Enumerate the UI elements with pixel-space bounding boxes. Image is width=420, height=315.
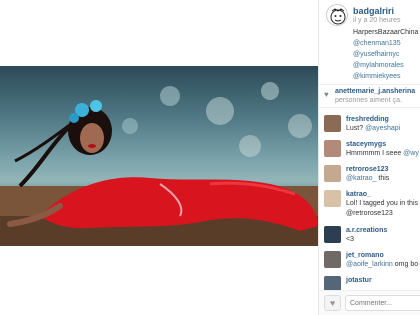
post-photo[interactable] [0,66,318,246]
comment-body: omg bo [392,261,419,268]
post-time: il y a 20 heures [353,17,401,24]
post-sidebar: badgalriri il y a 20 heures HarpersBazaa… [318,0,420,315]
avatar[interactable] [324,165,341,182]
comment-item: freshredding Lust? @ayeshapi [319,112,420,137]
photo-illustration [0,82,318,246]
comment-item: staceymygs Hmmmmm I seee @wy [319,137,420,162]
comment-username[interactable]: freshredding [346,116,389,123]
avatar[interactable] [324,115,341,132]
comment-mention[interactable]: @ayeshapi [365,125,400,132]
comment-list: freshredding Lust? @ayeshapi staceymygs … [319,112,420,298]
caption-mention[interactable]: @chenman135 [353,38,420,49]
comment-username[interactable]: staceymygs [346,141,386,148]
comment-username[interactable]: retrorose123 [346,166,388,173]
comment-text: <3 [346,236,354,243]
comment-input[interactable] [345,295,420,311]
comment-text: Lol! I tagged you in this [346,200,418,207]
likes-row: ♥ anettemarie_j.ansherina personnes aime… [319,84,420,108]
cartoon-face-icon [330,8,346,25]
comment-username[interactable]: jotastur [346,277,372,284]
post-header: badgalriri il y a 20 heures HarpersBazaa… [319,0,420,84]
caption-mention[interactable]: @yusefhairnyc [353,49,420,60]
comment-username[interactable]: jet_romano [346,252,384,259]
comment-item: retrorose123 @katrao_ this [319,162,420,187]
avatar[interactable] [324,190,341,207]
heart-icon: ♥ [329,298,336,308]
comment-mention[interactable]: @aoife_larkinn [346,261,393,268]
comment-username[interactable]: katrao_ [346,191,371,198]
like-button[interactable]: ♥ [324,295,341,311]
avatar[interactable] [324,251,341,268]
comment-username[interactable]: a.r.creations [346,227,387,234]
comment-footer: ♥ [319,290,420,315]
comment-mention[interactable]: @retrorose123 [346,210,393,217]
comment-item: jet_romano @aoife_larkinn omg bo [319,248,420,273]
likes-count-text: personnes aiment ça. [335,97,402,104]
comment-mention[interactable]: @wy [403,150,419,157]
comment-mention[interactable]: @katrao_ [346,175,376,182]
caption-mention[interactable]: @mylahmorales [353,60,420,71]
comment-item: katrao_ Lol! I tagged you in this @retro… [319,187,420,223]
comment-item: a.r.creations <3 [319,223,420,248]
comment-text: Lust? @ayeshapi [346,125,400,132]
comment-body: Hmmmmm I seee [346,150,404,157]
comment-text: Hmmmmm I seee @wy [346,150,419,157]
photo-panel [0,0,318,315]
caption-line: HarpersBazaarChina [353,29,419,36]
heart-icon: ♥ [324,90,329,99]
comment-body: Lust? [346,125,366,132]
caption-mention[interactable]: @kimmiekyees [353,71,420,82]
post-caption: HarpersBazaarChina @chenman135 @yusefhai… [353,27,420,82]
avatar[interactable] [326,4,348,26]
likes-user-link[interactable]: anettemarie_j.ansherina [335,88,415,95]
avatar[interactable] [324,226,341,243]
comment-text: @katrao_ this [346,175,389,182]
comment-text: @aoife_larkinn omg bo [346,261,418,268]
post-username[interactable]: badgalriri [353,6,394,16]
avatar[interactable] [324,140,341,157]
comment-body: this [376,175,390,182]
